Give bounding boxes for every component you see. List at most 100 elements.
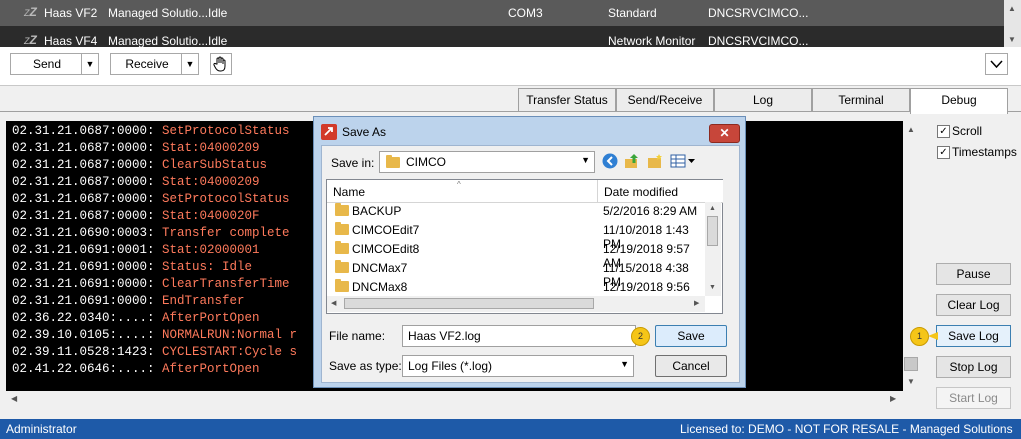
clear-log-button[interactable]: Clear Log [936, 294, 1011, 316]
machine-server: DNCSRVCIMCO... [708, 6, 809, 20]
log-timestamp: 02.39.11.0528:1423: [12, 345, 163, 359]
scroll-right-icon[interactable]: ▶ [694, 299, 699, 307]
column-header-name[interactable]: Name ^ [327, 180, 597, 203]
chevron-down-icon[interactable]: ▼ [81, 54, 98, 74]
status-user: Administrator [6, 422, 77, 436]
log-timestamp: 02.31.21.0691:0000: [12, 260, 163, 274]
log-message: Stat:0400020F [162, 209, 260, 223]
machine-list-scrollbar[interactable]: ▲ ▼ [1004, 0, 1021, 47]
log-line: 02.36.22.0340:....: AfterPortOpen [12, 311, 260, 325]
log-message: SetProtocolStatus [162, 192, 290, 206]
status-bar: Administrator Licensed to: DEMO - NOT FO… [0, 419, 1021, 439]
console-horizontal-scrollbar[interactable]: ◀ ▶ [6, 391, 920, 408]
log-line: 02.39.10.0105:....: NORMALRUN:Normal r [12, 328, 297, 342]
scroll-down-icon[interactable]: ▼ [1008, 35, 1016, 44]
scroll-thumb[interactable] [344, 298, 594, 309]
machine-row[interactable]: ZZ Haas VF2 Managed Solutio... Idle COM3… [0, 0, 1004, 26]
file-row[interactable]: CIMCOEdit8 12/19/2018 9:57 AM [327, 240, 707, 270]
scroll-checkbox[interactable]: ✓ [937, 125, 950, 138]
log-line: 02.31.21.0687:0000: SetProtocolStatus [12, 124, 290, 138]
log-timestamp: 02.31.21.0687:0000: [12, 158, 163, 172]
log-line: 02.41.22.0646:....: AfterPortOpen [12, 362, 260, 376]
callout-pointer [928, 332, 938, 340]
pause-button[interactable]: Pause [936, 263, 1011, 285]
log-message: ClearSubStatus [162, 158, 268, 172]
send-label: Send [32, 57, 62, 71]
log-timestamp: 02.31.21.0691:0000: [12, 294, 163, 308]
cancel-button[interactable]: Cancel [655, 355, 727, 377]
tab-debug[interactable]: Debug [910, 88, 1008, 114]
file-list-vertical-scrollbar[interactable]: ▲ ▼ [705, 202, 721, 296]
tab-terminal[interactable]: Terminal [812, 88, 910, 112]
tab-log[interactable]: Log [714, 88, 812, 112]
file-row[interactable]: CIMCOEdit7 11/10/2018 1:43 PM [327, 221, 707, 251]
sort-arrow-icon: ^ [457, 180, 461, 189]
file-list-horizontal-scrollbar[interactable]: ◀ ▶ [327, 296, 705, 312]
file-name: CIMCOEdit8 [352, 242, 420, 256]
machine-mode: Network Monitor [608, 34, 696, 48]
log-line: 02.39.11.0528:1423: CYCLESTART:Cycle s [12, 345, 297, 359]
log-line: 02.31.21.0687:0000: ClearSubStatus [12, 158, 267, 172]
file-list: Name ^ Date modified BACKUP 5/2/2016 8:29… [326, 179, 723, 314]
scroll-left-icon[interactable]: ◀ [11, 394, 17, 403]
machine-list: ZZ Haas VF2 Managed Solutio... Idle COM3… [0, 0, 1021, 48]
scroll-thumb[interactable] [904, 357, 918, 371]
up-folder-icon[interactable] [624, 153, 640, 169]
file-row[interactable]: DNCMax7 11/15/2018 4:38 PM [327, 259, 707, 289]
scroll-up-icon[interactable]: ▲ [1008, 4, 1016, 13]
scroll-down-icon[interactable]: ▼ [709, 284, 716, 291]
log-timestamp: 02.36.22.0340:....: [12, 311, 163, 325]
console-vertical-scrollbar[interactable]: ▲ ▼ [903, 121, 920, 391]
log-timestamp: 02.31.21.0690:0003: [12, 226, 163, 240]
file-name-input[interactable]: Haas VF2.log [402, 325, 636, 347]
status-license: Licensed to: DEMO - NOT FOR RESALE - Man… [680, 422, 1013, 436]
log-message: Stat:04000209 [162, 141, 260, 155]
machine-description: Managed Solutio... [108, 6, 209, 20]
new-folder-icon[interactable] [647, 153, 663, 169]
back-icon[interactable] [602, 153, 618, 169]
timestamps-checkbox[interactable]: ✓ [937, 146, 950, 159]
step-badge: 1 [910, 327, 929, 346]
log-line: 02.31.21.0690:0003: Transfer complete [12, 226, 290, 240]
scroll-up-icon[interactable]: ▲ [709, 205, 716, 212]
machine-server: DNCSRVCIMCO... [708, 34, 809, 48]
scroll-right-icon[interactable]: ▶ [890, 394, 896, 403]
save-in-label: Save in: [331, 156, 375, 170]
save-type-dropdown[interactable]: Log Files (*.log) ▼ [402, 355, 634, 377]
tab-transfer-status[interactable]: Transfer Status [518, 88, 616, 112]
log-message: Stat:04000209 [162, 175, 260, 189]
view-menu-icon[interactable] [670, 153, 696, 169]
hand-tool-button[interactable] [210, 53, 232, 75]
save-in-value: CIMCO [406, 155, 446, 169]
start-log-button[interactable]: Start Log [936, 387, 1011, 409]
idle-icon: ZZ [24, 33, 37, 47]
column-header-date[interactable]: Date modified [597, 180, 723, 203]
save-button[interactable]: Save [655, 325, 727, 347]
file-row[interactable]: DNCMax812/19/2018 9:56 AM [327, 278, 707, 308]
scroll-left-icon[interactable]: ◀ [331, 299, 336, 307]
log-timestamp: 02.31.21.0687:0000: [12, 141, 163, 155]
scroll-up-icon[interactable]: ▲ [907, 125, 915, 134]
save-in-dropdown[interactable]: CIMCO ▼ [379, 151, 595, 173]
send-button[interactable]: Send ▼ [10, 53, 99, 75]
folder-icon [335, 279, 349, 292]
checkmark-icon: ✓ [939, 147, 948, 158]
log-line: 02.31.21.0691:0000: EndTransfer [12, 294, 245, 308]
chevron-down-icon[interactable]: ▼ [181, 54, 198, 74]
machine-port: COM3 [508, 6, 543, 20]
toolbar: Send ▼ Receive ▼ [0, 47, 1021, 86]
tab-send-receive[interactable]: Send/Receive [616, 88, 714, 112]
close-button[interactable]: ✕ [709, 124, 740, 143]
save-log-button[interactable]: Save Log [936, 325, 1011, 347]
scroll-thumb[interactable] [707, 216, 718, 246]
expand-button[interactable] [985, 53, 1008, 75]
log-timestamp: 02.31.21.0687:0000: [12, 192, 163, 206]
close-icon: ✕ [719, 126, 730, 140]
column-name-label: Name [333, 185, 366, 199]
machine-status: Idle [208, 34, 228, 48]
stop-log-button[interactable]: Stop Log [936, 356, 1011, 378]
file-row[interactable]: BACKUP 5/2/2016 8:29 AM [327, 202, 707, 221]
log-message: NORMALRUN:Normal r [162, 328, 298, 342]
receive-button[interactable]: Receive ▼ [110, 53, 199, 75]
scroll-down-icon[interactable]: ▼ [907, 377, 915, 386]
